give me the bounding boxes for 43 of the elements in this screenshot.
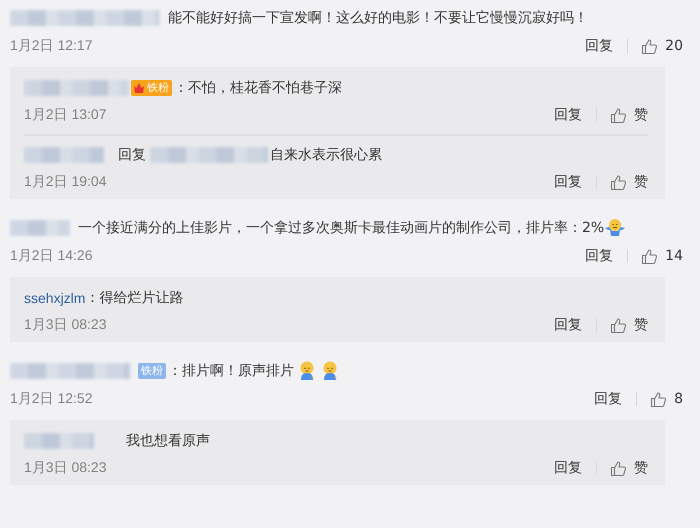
like-button[interactable]: 20 xyxy=(641,38,683,54)
thumbs-up-icon xyxy=(641,248,658,264)
reply-link[interactable]: 回复 xyxy=(585,247,614,265)
reply-link[interactable]: 回复 xyxy=(554,106,582,124)
reply-link[interactable]: 回复 xyxy=(554,459,582,477)
like-button[interactable]: 14 xyxy=(641,248,683,264)
comment-text: ：排片啊！原声排片 xyxy=(168,362,294,381)
fan-badge: 铁粉 xyxy=(138,363,166,379)
comment-time: 1月2日 12:52 xyxy=(10,390,92,408)
reply-text: ：不怕，桂花香不怕巷子深 xyxy=(174,79,342,98)
reply-text: ：得给烂片让路 xyxy=(85,289,184,308)
thumbs-up-icon xyxy=(641,38,658,54)
like-button[interactable]: 8 xyxy=(650,390,683,408)
reply-time: 1月3日 08:23 xyxy=(24,459,106,477)
thumbs-up-icon xyxy=(610,174,627,190)
crown-icon xyxy=(133,82,145,94)
reply-text: 我也想看原声 xyxy=(126,432,210,451)
reply-author[interactable]: ssehxjzlm xyxy=(24,288,86,308)
comment-time: 1月2日 12:17 xyxy=(10,37,92,55)
thumbs-up-icon xyxy=(610,106,627,124)
fan-badge: 铁粉 xyxy=(131,80,172,96)
thumbs-up-icon xyxy=(610,460,627,476)
reply-prefix: 回复 xyxy=(118,146,146,165)
reply-link[interactable]: 回复 xyxy=(554,173,582,191)
reply-time: 1月3日 08:23 xyxy=(24,316,106,334)
like-button[interactable]: 赞 xyxy=(610,459,648,477)
blurred-username xyxy=(10,220,70,236)
reply-link[interactable]: 回复 xyxy=(585,37,614,55)
reply-link[interactable]: 回复 xyxy=(594,390,622,408)
like-button[interactable]: 赞 xyxy=(610,173,648,191)
reply-link[interactable]: 回复 xyxy=(554,316,582,334)
blurred-username xyxy=(24,433,94,449)
comment-time: 1月2日 14:26 xyxy=(10,247,92,265)
comment-text: 能不能好好搞一下宣发啊！这么好的电影！不要让它慢慢沉寂好吗！ xyxy=(168,9,588,28)
thumbs-up-icon xyxy=(650,390,668,408)
like-button[interactable]: 赞 xyxy=(610,316,648,334)
like-button[interactable]: 赞 xyxy=(610,106,648,124)
reply-text: 自来水表示很心累 xyxy=(270,146,382,165)
thumbs-up-icon xyxy=(610,316,627,334)
comment-text: 一个接近满分的上佳影片，一个拿过多次奥斯卡最佳动画片的制作公司，排片率：2% xyxy=(78,219,604,238)
reply-time: 1月2日 19:04 xyxy=(24,173,106,191)
shrug-emoji-icon xyxy=(604,218,626,238)
reply-time: 1月2日 13:07 xyxy=(24,106,106,124)
